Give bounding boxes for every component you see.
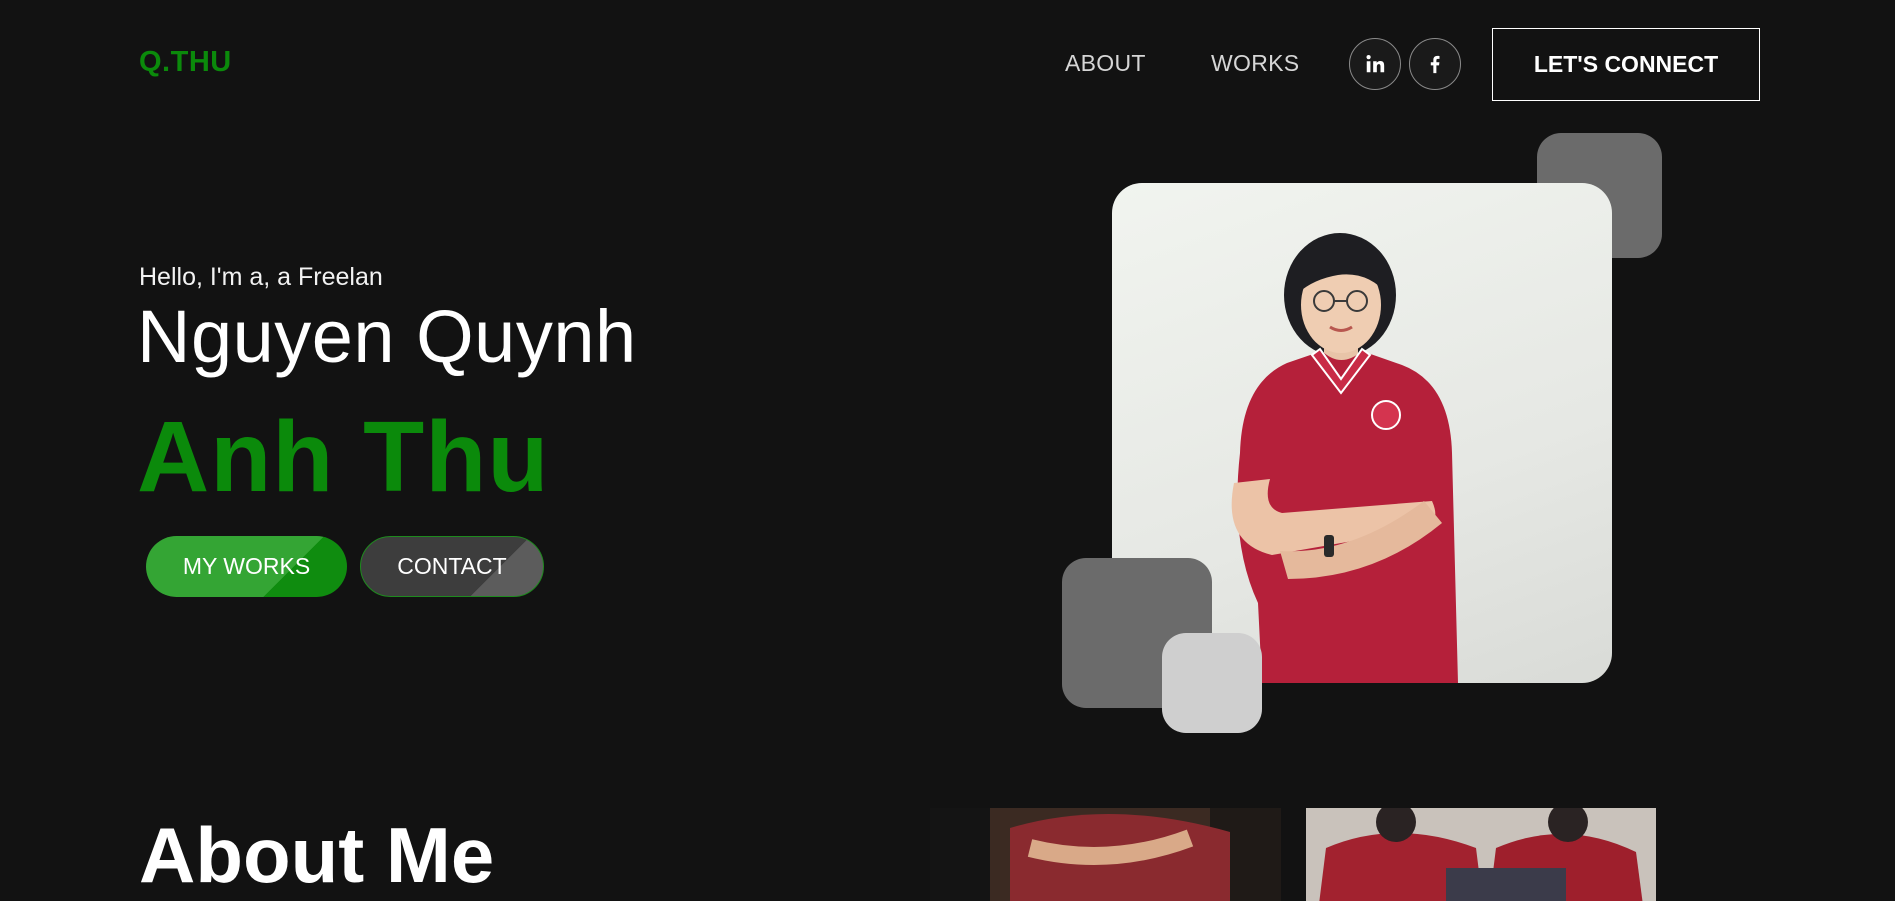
about-title: About Me xyxy=(139,811,495,899)
about-photo xyxy=(1306,808,1656,901)
about-photo xyxy=(930,808,1281,901)
my-works-label: MY WORKS xyxy=(182,553,311,579)
site-logo[interactable]: Q.THU xyxy=(139,46,232,79)
lets-connect-button[interactable]: LET'S CONNECT xyxy=(1492,28,1760,101)
hero-name-first: Nguyen Quynh xyxy=(137,295,637,378)
hero-greeting: Hello, I'm a, a Freelan xyxy=(139,263,383,291)
contact-button[interactable]: CONTACT xyxy=(360,536,544,597)
nav-link-works[interactable]: WORKS xyxy=(1211,50,1299,77)
decor-square-small xyxy=(1162,633,1262,733)
linkedin-button[interactable] xyxy=(1349,38,1401,90)
facebook-button[interactable] xyxy=(1409,38,1461,90)
linkedin-icon xyxy=(1366,55,1385,73)
contact-label: CONTACT xyxy=(397,553,507,579)
portfolio-page: Q.THU ABOUT WORKS LET'S CONNECT Hello, I… xyxy=(0,0,1895,901)
hero-name-highlight: Anh Thu xyxy=(137,401,550,513)
facebook-icon xyxy=(1430,55,1440,74)
my-works-button[interactable]: MY WORKS xyxy=(146,536,347,597)
nav-link-about[interactable]: ABOUT xyxy=(1065,50,1146,77)
